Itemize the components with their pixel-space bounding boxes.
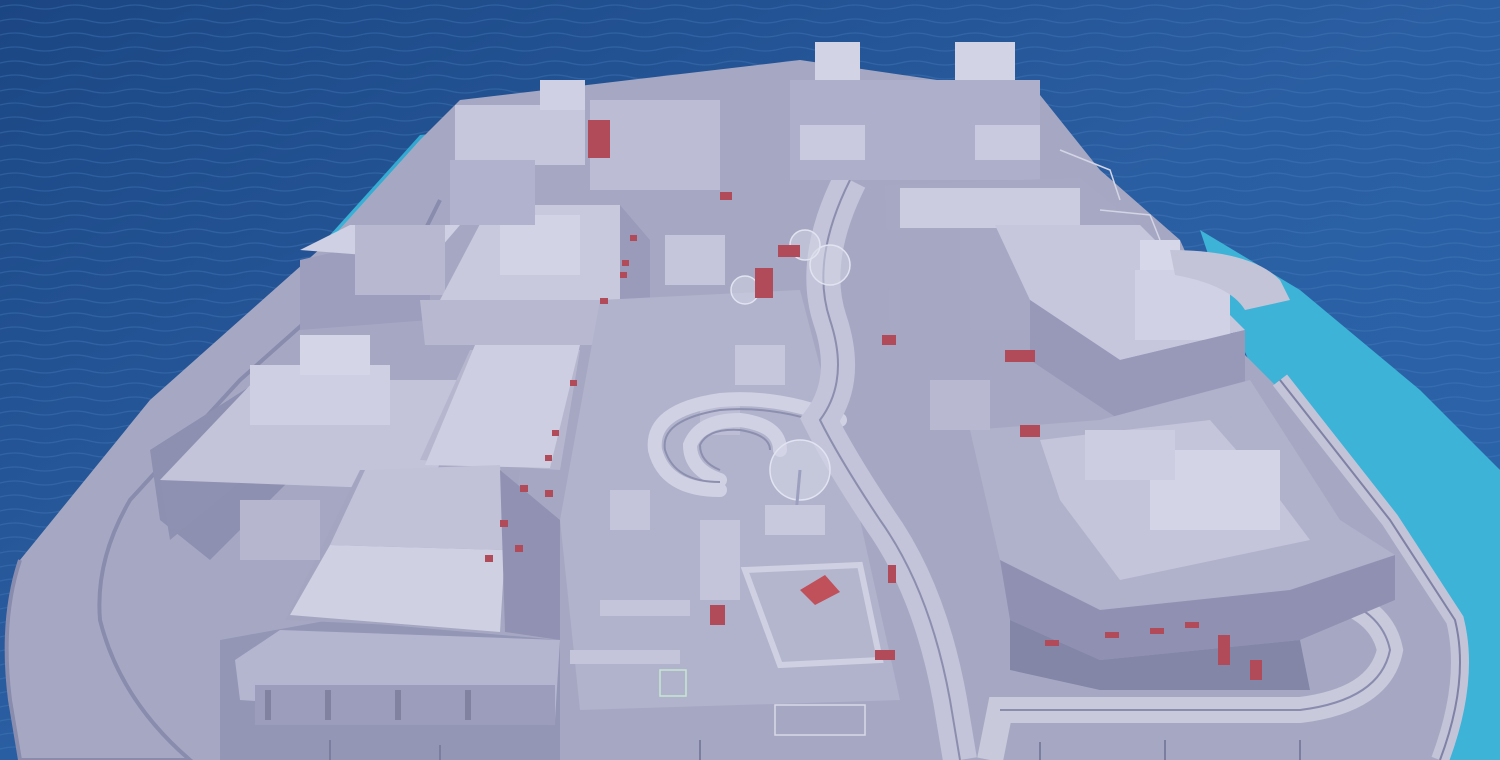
game-viewport[interactable] xyxy=(0,0,1500,760)
stair-red-2 xyxy=(755,268,773,298)
building-top-left-b xyxy=(450,160,535,225)
building-top-left-a xyxy=(455,105,585,165)
building-top-center-a xyxy=(815,42,860,82)
building-left-b-top2 xyxy=(300,335,370,375)
center-box-b xyxy=(735,345,785,385)
building-left-a-block xyxy=(355,225,445,295)
building-top-center-roof2 xyxy=(975,125,1040,160)
building-upper-left-slope xyxy=(420,300,620,345)
building-top-center-b xyxy=(955,42,1015,82)
stair-red-3 xyxy=(778,245,800,257)
level-render xyxy=(0,0,1500,760)
building-right-lower-top2 xyxy=(1085,430,1175,480)
tree-planter xyxy=(765,505,825,535)
building-west-block xyxy=(240,500,320,560)
building-top-center-roof xyxy=(800,125,865,160)
building-right-upper-roof xyxy=(900,188,1080,228)
building-top-left-d xyxy=(540,80,585,110)
center-box-a xyxy=(665,235,725,285)
red-box xyxy=(710,605,725,625)
building-bottom-block-front xyxy=(255,685,555,725)
stair-red-1 xyxy=(588,120,610,158)
